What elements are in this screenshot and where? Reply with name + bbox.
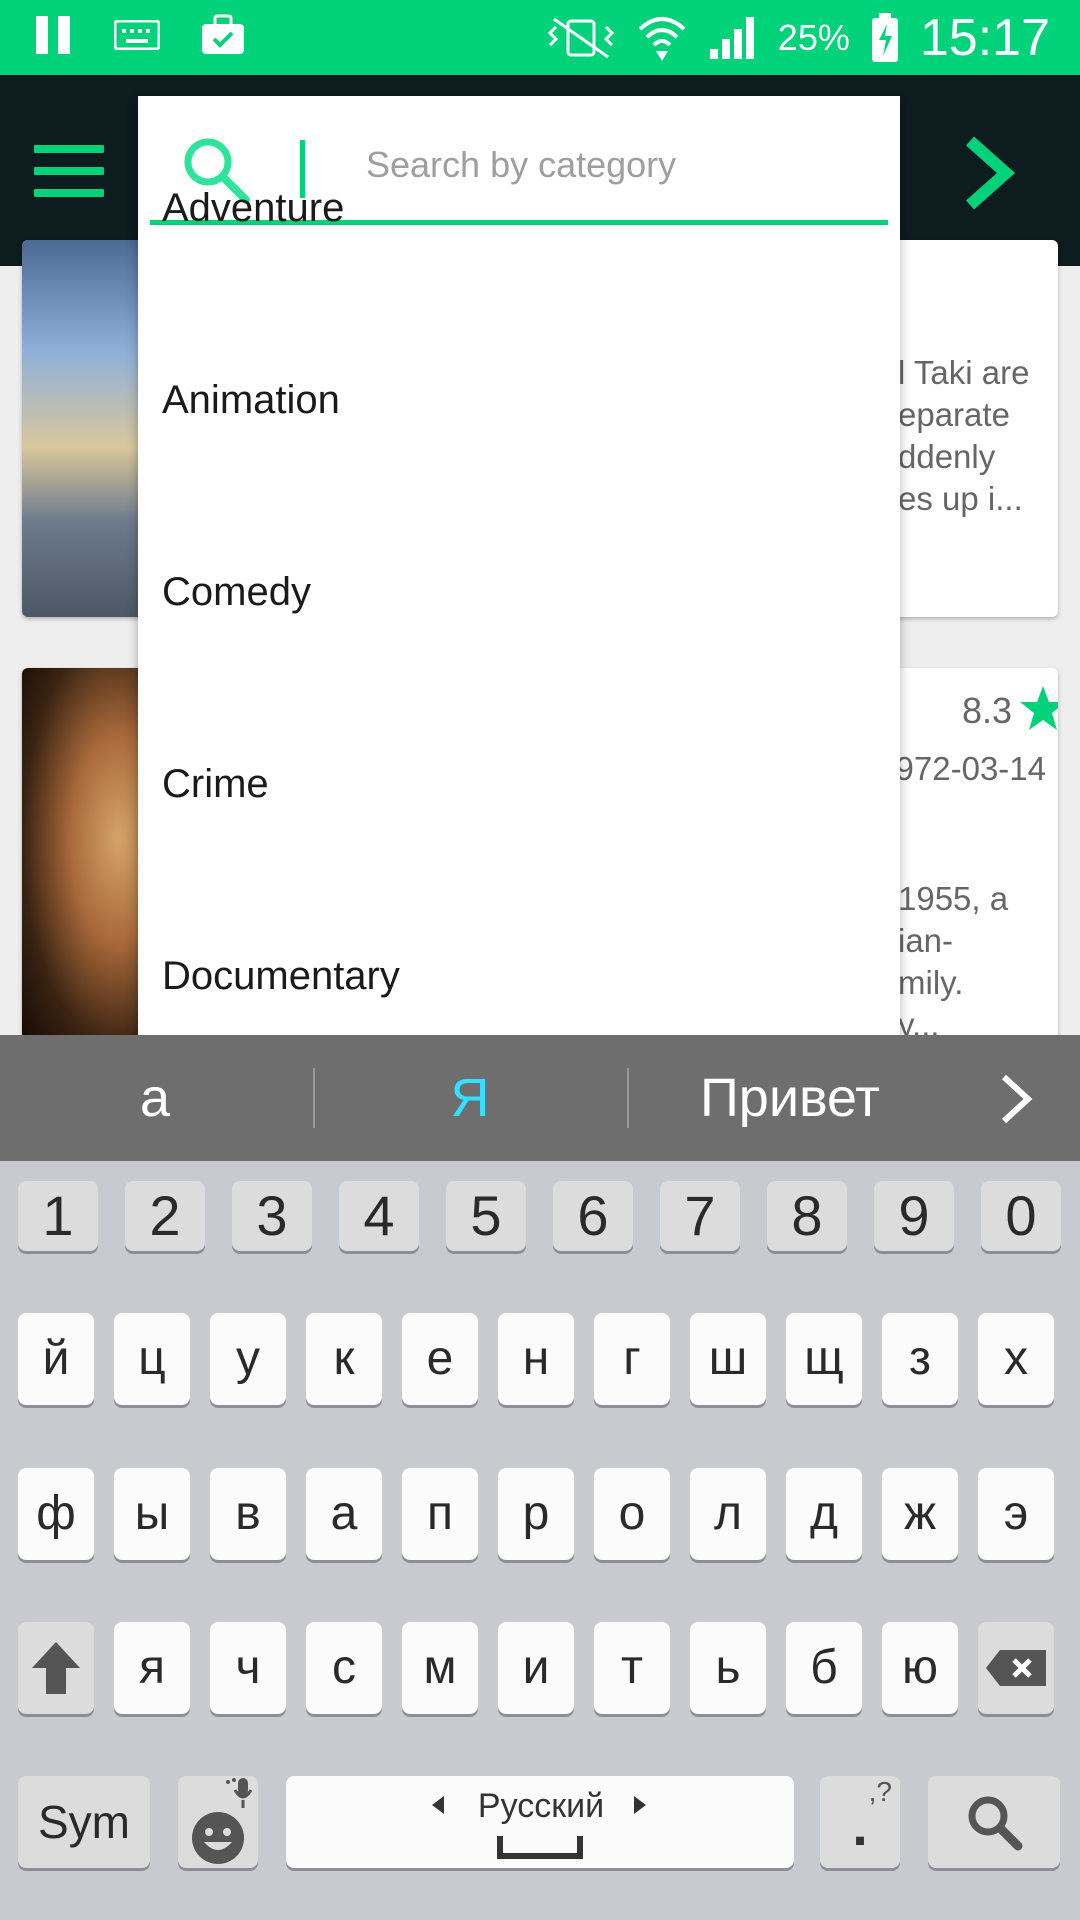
soft-keyboard: 1 2 3 4 5 6 7 8 9 0 й ц у к е н г ш щ з …	[0, 1161, 1080, 1920]
key-letter[interactable]: щ	[786, 1313, 862, 1405]
key-letter[interactable]: л	[690, 1468, 766, 1560]
key-letter[interactable]: я	[114, 1622, 190, 1714]
key-letter[interactable]: ь	[690, 1622, 766, 1714]
chevron-right-icon[interactable]	[996, 1073, 1036, 1125]
key-letter[interactable]: г	[594, 1313, 670, 1405]
key-letter[interactable]: с	[306, 1622, 382, 1714]
vibrate-mute-icon	[547, 17, 614, 59]
movie-rating: 8.3	[962, 690, 1013, 731]
key-letter[interactable]: з	[882, 1313, 958, 1405]
star-icon	[1020, 686, 1058, 730]
key-letter[interactable]: ч	[210, 1622, 286, 1714]
period-key-label: .	[852, 1794, 868, 1857]
mic-icon	[226, 1778, 252, 1808]
key-letter[interactable]: ш	[690, 1313, 766, 1405]
movie-overview-line: eparate	[898, 396, 1010, 433]
key-letter[interactable]: э	[978, 1468, 1054, 1560]
backspace-icon	[986, 1650, 1046, 1686]
period-key[interactable]: ,? .	[820, 1776, 900, 1868]
key-7[interactable]: 7	[660, 1181, 740, 1251]
key-letter[interactable]: м	[402, 1622, 478, 1714]
key-letter[interactable]: п	[402, 1468, 478, 1560]
key-letter[interactable]: ц	[114, 1313, 190, 1405]
key-letter[interactable]: т	[594, 1622, 670, 1714]
search-icon	[968, 1796, 1023, 1851]
category-item[interactable]: Comedy	[138, 570, 900, 690]
movie-release-date: 972-03-14	[898, 750, 1046, 787]
movie-overview-line: l Taki are	[898, 354, 1030, 391]
pause-icon	[36, 16, 70, 54]
key-4[interactable]: 4	[339, 1181, 419, 1251]
category-item[interactable]: Crime	[138, 762, 900, 882]
key-letter[interactable]: р	[498, 1468, 574, 1560]
suggestion-item[interactable]: Я	[320, 1055, 620, 1141]
key-3[interactable]: 3	[232, 1181, 312, 1251]
movie-overview-line: es up i...	[898, 480, 1023, 517]
movie-overview-line: 1955, a	[898, 880, 1009, 917]
category-item[interactable]: Animation	[138, 378, 900, 498]
signal-icon	[709, 17, 754, 59]
key-letter[interactable]: к	[306, 1313, 382, 1405]
movie-poster	[22, 240, 142, 617]
status-bar: 25% 15:17	[0, 0, 1080, 75]
key-5[interactable]: 5	[446, 1181, 526, 1251]
key-letter[interactable]: и	[498, 1622, 574, 1714]
battery-charging-icon	[871, 13, 898, 62]
space-language-label: Русский	[477, 1787, 605, 1825]
category-item[interactable]: Adventure	[138, 186, 900, 306]
key-letter[interactable]: ф	[18, 1468, 94, 1560]
movie-overview-line: mily.	[898, 964, 964, 1001]
key-letter[interactable]: н	[498, 1313, 574, 1405]
sym-key[interactable]: Sym	[18, 1776, 150, 1868]
briefcase-check-icon	[202, 14, 244, 54]
key-letter[interactable]: ы	[114, 1468, 190, 1560]
movie-overview-line: ian-	[898, 922, 954, 959]
key-letter[interactable]: е	[402, 1313, 478, 1405]
keyboard-suggestion-bar: а Я Привет	[0, 1035, 1080, 1161]
backspace-key[interactable]	[978, 1622, 1054, 1714]
emoji-icon	[192, 1812, 244, 1864]
key-letter[interactable]: в	[210, 1468, 286, 1560]
key-letter[interactable]: ж	[882, 1468, 958, 1560]
caret-left-icon	[432, 1796, 444, 1814]
key-1[interactable]: 1	[18, 1181, 98, 1251]
search-key[interactable]	[928, 1776, 1060, 1868]
key-letter[interactable]: о	[594, 1468, 670, 1560]
battery-percent: 25%	[777, 17, 850, 58]
emoji-key[interactable]	[178, 1776, 258, 1868]
shift-key[interactable]	[18, 1622, 94, 1714]
key-9[interactable]: 9	[874, 1181, 954, 1251]
wifi-icon	[638, 17, 686, 61]
key-6[interactable]: 6	[553, 1181, 633, 1251]
caret-right-icon	[634, 1796, 646, 1814]
key-letter[interactable]: д	[786, 1468, 862, 1560]
chevron-right-icon[interactable]	[960, 135, 1020, 211]
category-item[interactable]: Documentary	[138, 954, 900, 1036]
key-letter[interactable]: ю	[882, 1622, 958, 1714]
suggestion-item[interactable]: а	[30, 1055, 280, 1141]
key-2[interactable]: 2	[125, 1181, 205, 1251]
key-letter[interactable]: а	[306, 1468, 382, 1560]
suggestion-item[interactable]: Привет	[640, 1055, 940, 1141]
key-0[interactable]: 0	[981, 1181, 1061, 1251]
space-key[interactable]: Русский	[286, 1776, 794, 1868]
movie-overview-line: ddenly	[898, 438, 996, 475]
key-letter[interactable]: х	[978, 1313, 1054, 1405]
space-bar-icon	[497, 1836, 583, 1859]
shift-icon	[32, 1642, 80, 1694]
key-letter[interactable]: б	[786, 1622, 862, 1714]
keyboard-icon	[114, 20, 160, 50]
clock: 15:17	[919, 9, 1050, 67]
key-letter[interactable]: й	[18, 1313, 94, 1405]
category-search-panel: Adventure Animation Comedy Crime Documen…	[138, 96, 900, 1036]
menu-icon[interactable]	[34, 145, 104, 197]
key-letter[interactable]: у	[210, 1313, 286, 1405]
movie-poster	[22, 668, 142, 1048]
key-8[interactable]: 8	[767, 1181, 847, 1251]
